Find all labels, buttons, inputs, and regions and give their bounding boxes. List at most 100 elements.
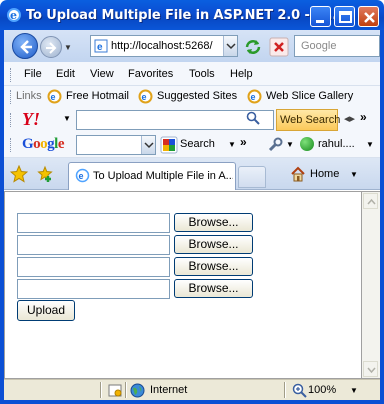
address-row: ▼ e http://localhost:5268/ Google (4, 30, 380, 62)
browse-button[interactable]: Browse... (174, 279, 253, 298)
new-tab-button[interactable] (238, 166, 266, 188)
chevron-down-icon (226, 43, 236, 50)
arrow-up-icon (367, 198, 376, 205)
browse-button[interactable]: Browse... (174, 235, 253, 254)
google-search-input[interactable] (76, 135, 156, 155)
yahoo-toolbar: Y! ▼ Web Search ◂▸ » (4, 108, 380, 132)
file-path-input[interactable] (17, 279, 170, 299)
home-icon[interactable] (290, 166, 306, 182)
file-path-input[interactable] (17, 213, 170, 233)
tab-bar: e To Upload Multiple File in A... Home ▼ (4, 158, 380, 190)
history-dropdown-icon[interactable]: ▼ (64, 43, 72, 52)
google-g-icon[interactable] (160, 136, 178, 154)
status-bar: Internet 100% ▼ (4, 379, 380, 400)
google-input-dropdown-button[interactable] (141, 136, 155, 154)
forward-arrow-icon (46, 42, 57, 54)
minimize-button[interactable] (310, 6, 331, 27)
close-icon (364, 12, 375, 23)
menu-edit[interactable]: Edit (56, 68, 75, 80)
address-bar[interactable]: e http://localhost:5268/ (90, 35, 238, 57)
home-dropdown-icon[interactable]: ▼ (350, 170, 358, 179)
yahoo-dropdown-icon[interactable]: ▼ (63, 114, 71, 123)
wrench-icon[interactable] (266, 136, 284, 154)
toolbar-grip[interactable] (10, 113, 13, 127)
menu-tools[interactable]: Tools (189, 68, 215, 80)
page-icon: e (75, 168, 90, 183)
user-dropdown-icon[interactable]: ▼ (366, 140, 374, 149)
browse-button[interactable]: Browse... (174, 213, 253, 232)
favorites-star-icon[interactable] (10, 165, 28, 183)
links-bar: Links e Free Hotmail e Suggested Sites e… (4, 86, 380, 108)
status-divider (284, 382, 286, 398)
address-dropdown-button[interactable] (223, 36, 237, 56)
vertical-scrollbar[interactable] (362, 191, 380, 379)
svg-text:e: e (51, 92, 56, 102)
chevron-more-icon[interactable]: » (360, 110, 367, 124)
zoom-magnifier-icon[interactable] (292, 383, 307, 398)
links-label: Links (16, 90, 42, 102)
chevron-more-icon[interactable]: » (240, 135, 247, 149)
menu-favorites[interactable]: Favorites (128, 68, 173, 80)
menu-bar: File Edit View Favorites Tools Help (4, 62, 380, 86)
upload-button[interactable]: Upload (17, 300, 75, 321)
google-user-label[interactable]: rahul.... (318, 138, 355, 150)
address-url[interactable]: http://localhost:5268/ (111, 40, 219, 52)
file-path-input[interactable] (17, 235, 170, 255)
page-icon: e (94, 39, 108, 53)
svg-text:e: e (251, 92, 256, 102)
ie-logo-icon: e (7, 8, 21, 22)
svg-text:e: e (79, 171, 84, 181)
web-search-button[interactable]: Web Search (276, 109, 340, 131)
web-slice-icon: e (247, 89, 262, 104)
zoom-dropdown-icon[interactable]: ▼ (350, 386, 358, 395)
search-dropdown-icon[interactable]: ▼ (228, 140, 236, 149)
yahoo-logo[interactable]: Y! (22, 109, 40, 130)
search-placeholder: Google (301, 40, 337, 52)
globe-icon (130, 383, 145, 398)
toolbar-grip[interactable] (10, 90, 13, 104)
security-zone-label: Internet (150, 384, 188, 396)
google-search-button[interactable]: Search (180, 138, 215, 150)
scroll-up-button[interactable] (363, 193, 378, 209)
tab-active[interactable]: e To Upload Multiple File in A... (68, 162, 236, 190)
title-bar: e To Upload Multiple File in ASP.NET 2.0… (0, 0, 384, 30)
refresh-icon[interactable] (242, 37, 264, 57)
toolbar-grip[interactable] (10, 138, 13, 152)
close-button[interactable] (358, 6, 379, 27)
menu-file[interactable]: File (24, 68, 42, 80)
link-suggested-sites[interactable]: Suggested Sites (157, 90, 237, 102)
minimize-icon (316, 20, 324, 23)
page-content: Browse... Browse... Browse... Browse... … (4, 191, 362, 379)
file-path-input[interactable] (17, 257, 170, 277)
link-free-hotmail[interactable]: Free Hotmail (66, 90, 129, 102)
scroll-down-button[interactable] (363, 361, 378, 377)
protected-mode-icon[interactable] (108, 383, 123, 398)
zoom-level[interactable]: 100% (308, 384, 336, 396)
magnifier-icon[interactable] (246, 111, 260, 125)
svg-text:e: e (142, 92, 147, 102)
toolbar-grip[interactable] (10, 68, 13, 82)
add-to-favorites-icon[interactable] (36, 165, 54, 183)
google-toolbar: Google Search ▼ » ▼ rahul.... ▼ (4, 132, 380, 158)
window-title: To Upload Multiple File in ASP.NET 2.0 -… (26, 8, 342, 23)
back-arrow-icon (20, 40, 32, 54)
maximize-button[interactable] (334, 6, 355, 27)
search-input[interactable]: Google (294, 35, 380, 57)
status-divider (100, 382, 102, 398)
back-button[interactable] (12, 33, 38, 59)
yahoo-search-input[interactable] (76, 110, 274, 130)
menu-view[interactable]: View (90, 68, 114, 80)
chevron-down-icon (144, 142, 154, 149)
ie-link-icon: e (138, 89, 153, 104)
settings-dropdown-icon[interactable]: ▼ (286, 140, 294, 149)
browse-button[interactable]: Browse... (174, 257, 253, 276)
forward-button[interactable] (40, 36, 62, 58)
ie-link-icon: e (47, 89, 62, 104)
home-button[interactable]: Home (310, 168, 339, 180)
link-web-slice-gallery[interactable]: Web Slice Gallery (266, 90, 353, 102)
toolbar-separator-icon: ◂▸ (344, 113, 356, 125)
google-logo[interactable]: Google (22, 136, 65, 153)
stop-icon[interactable] (268, 37, 290, 57)
menu-help[interactable]: Help (230, 68, 253, 80)
svg-text:e: e (97, 42, 103, 53)
